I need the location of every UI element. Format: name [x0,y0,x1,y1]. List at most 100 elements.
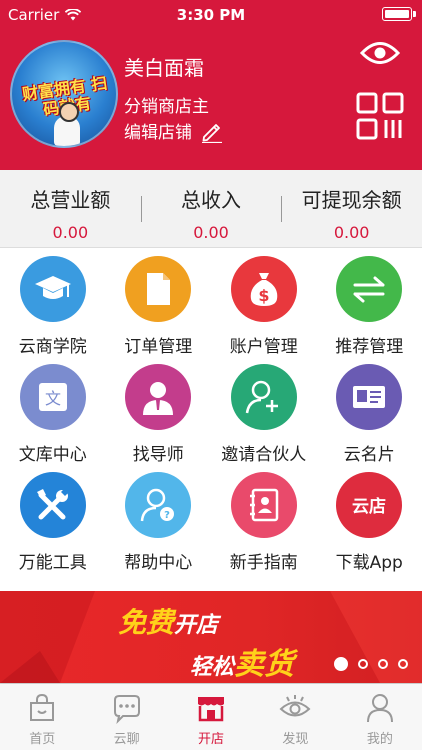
menu-item-find-mentor[interactable]: 找导师 [106,364,212,472]
shop-role: 分销商店主 [124,97,209,117]
banner-free: 免费 [118,606,175,639]
menu-icon-circle: ? [125,472,192,538]
stat-label: 可提现余额 [301,188,402,212]
qr-code-icon[interactable] [356,92,404,140]
edit-shop-button[interactable]: 编辑店铺 [124,118,224,143]
eye-icon[interactable] [360,36,400,70]
battery-icon [382,7,416,21]
cloud-store-icon: 云店 [352,496,386,517]
stat-value: 0.00 [333,223,370,242]
help-user-icon: ? [141,488,175,522]
chat-bubble-icon [113,695,140,724]
stat-value: 0.00 [193,223,229,242]
status-time: 3:30 PM [176,6,246,24]
menu-item-help-center[interactable]: ? 帮助中心 [106,472,212,580]
menu-label: 找导师 [132,445,184,465]
menu-item-business-card[interactable]: 云名片 [317,364,422,472]
menu-label: 推荐管理 [335,337,404,357]
menu-label: 云名片 [343,445,395,465]
tab-home[interactable]: 首页 [0,684,84,750]
menu-label: 下载App [335,553,403,573]
swap-arrows-icon [353,276,385,303]
tab-label: 发现 [282,732,309,747]
tab-label: 开店 [198,732,225,747]
menu-item-account[interactable]: $ 账户管理 [211,256,317,364]
carousel-dot[interactable] [398,659,408,669]
tab-discover[interactable]: 发现 [253,684,337,750]
menu-item-download-app[interactable]: 云店 下载App [317,472,422,580]
menu-label: 云商学院 [18,337,87,357]
avatar-figure [54,102,80,146]
stat-withdrawable-balance[interactable]: 可提现余额 0.00 [281,170,422,247]
stat-total-income[interactable]: 总收入 0.00 [140,170,282,247]
id-card-icon [353,386,386,408]
menu-icon-circle: 文 [19,364,86,430]
menu-icon-circle [125,364,192,430]
menu-icon-circle: 云店 [336,472,403,538]
menu-icon-circle [19,472,86,538]
menu-label: 文库中心 [18,445,87,465]
menu-item-invite-partner[interactable]: 邀请合伙人 [211,364,317,472]
stats-bar: 总营业额 0.00 总收入 0.00 可提现余额 0.00 [0,170,422,248]
stat-value: 0.00 [52,223,89,242]
svg-text:$: $ [258,286,269,305]
menu-icon-circle [125,256,192,322]
banner-headline: 免费开店 [118,601,218,641]
storefront-icon [198,697,225,722]
menu-icon-circle [336,364,403,430]
tab-label: 云聊 [113,732,140,747]
menu-item-beginner-guide[interactable]: 新手指南 [211,472,317,580]
svg-text:云店: 云店 [352,496,386,517]
money-bag-icon: $ [250,273,278,306]
tab-label: 首页 [29,732,56,747]
carousel-indicator[interactable] [334,657,408,671]
promo-banner[interactable]: 免费开店 轻松卖货 [0,591,422,683]
menu-icon-circle [336,256,403,322]
menu-icon-circle: $ [230,256,297,322]
stat-label: 总营业额 [30,188,111,212]
tab-label: 我的 [366,732,393,747]
menu-icon-circle [19,256,86,322]
shop-name: 美白面霜 [124,56,204,80]
tab-chat[interactable]: 云聊 [84,684,168,750]
avatar[interactable]: 财富拥有 扫码就有 [10,40,118,148]
banner-open-store: 开店 [174,613,219,638]
menu-label: 账户管理 [229,337,298,357]
menu-label: 邀请合伙人 [221,445,307,465]
banner-easy: 轻松 [190,655,235,680]
stat-label: 总收入 [181,188,241,212]
menu-icon-circle [230,364,297,430]
person-icon [366,694,393,723]
svg-text:?: ? [164,510,170,521]
menu-label: 万能工具 [18,553,87,573]
menu-item-tools[interactable]: 万能工具 [0,472,106,580]
document-icon [147,273,171,305]
carousel-dot[interactable] [334,657,348,671]
feature-grid: 云商学院 订单管理 $ 账户管理 推荐管理 文 文库中心 找导师 邀请合伙人 云… [0,256,422,580]
translate-icon: 文 [38,383,67,411]
carousel-dot[interactable] [378,659,388,669]
svg-text:文: 文 [45,389,61,408]
bottom-tab-bar: 首页 云聊 开店 发现 我的 [0,683,422,750]
carousel-dot[interactable] [358,659,368,669]
contacts-book-icon [249,488,278,522]
add-user-icon [245,380,278,414]
graduation-cap-icon [34,276,71,299]
stat-total-revenue[interactable]: 总营业额 0.00 [0,170,141,247]
menu-item-academy[interactable]: 云商学院 [0,256,106,364]
banner-subline: 轻松卖货 [190,639,294,683]
mentor-icon [143,382,174,415]
menu-label: 新手指南 [229,553,298,573]
menu-icon-circle [230,472,297,538]
menu-item-library[interactable]: 文 文库中心 [0,364,106,472]
tab-open-store[interactable]: 开店 [169,684,253,750]
menu-label: 帮助中心 [124,553,193,573]
banner-sell: 卖货 [234,647,295,682]
eye-icon [279,695,311,717]
menu-item-orders[interactable]: 订单管理 [106,256,212,364]
pencil-icon [202,123,222,143]
menu-item-referrals[interactable]: 推荐管理 [317,256,422,364]
profile-header: Carrier 3:30 PM 财富拥有 扫码就有 美白面霜 分销商店主 编辑店… [0,0,422,170]
tab-mine[interactable]: 我的 [338,684,422,750]
menu-label: 订单管理 [124,337,193,357]
